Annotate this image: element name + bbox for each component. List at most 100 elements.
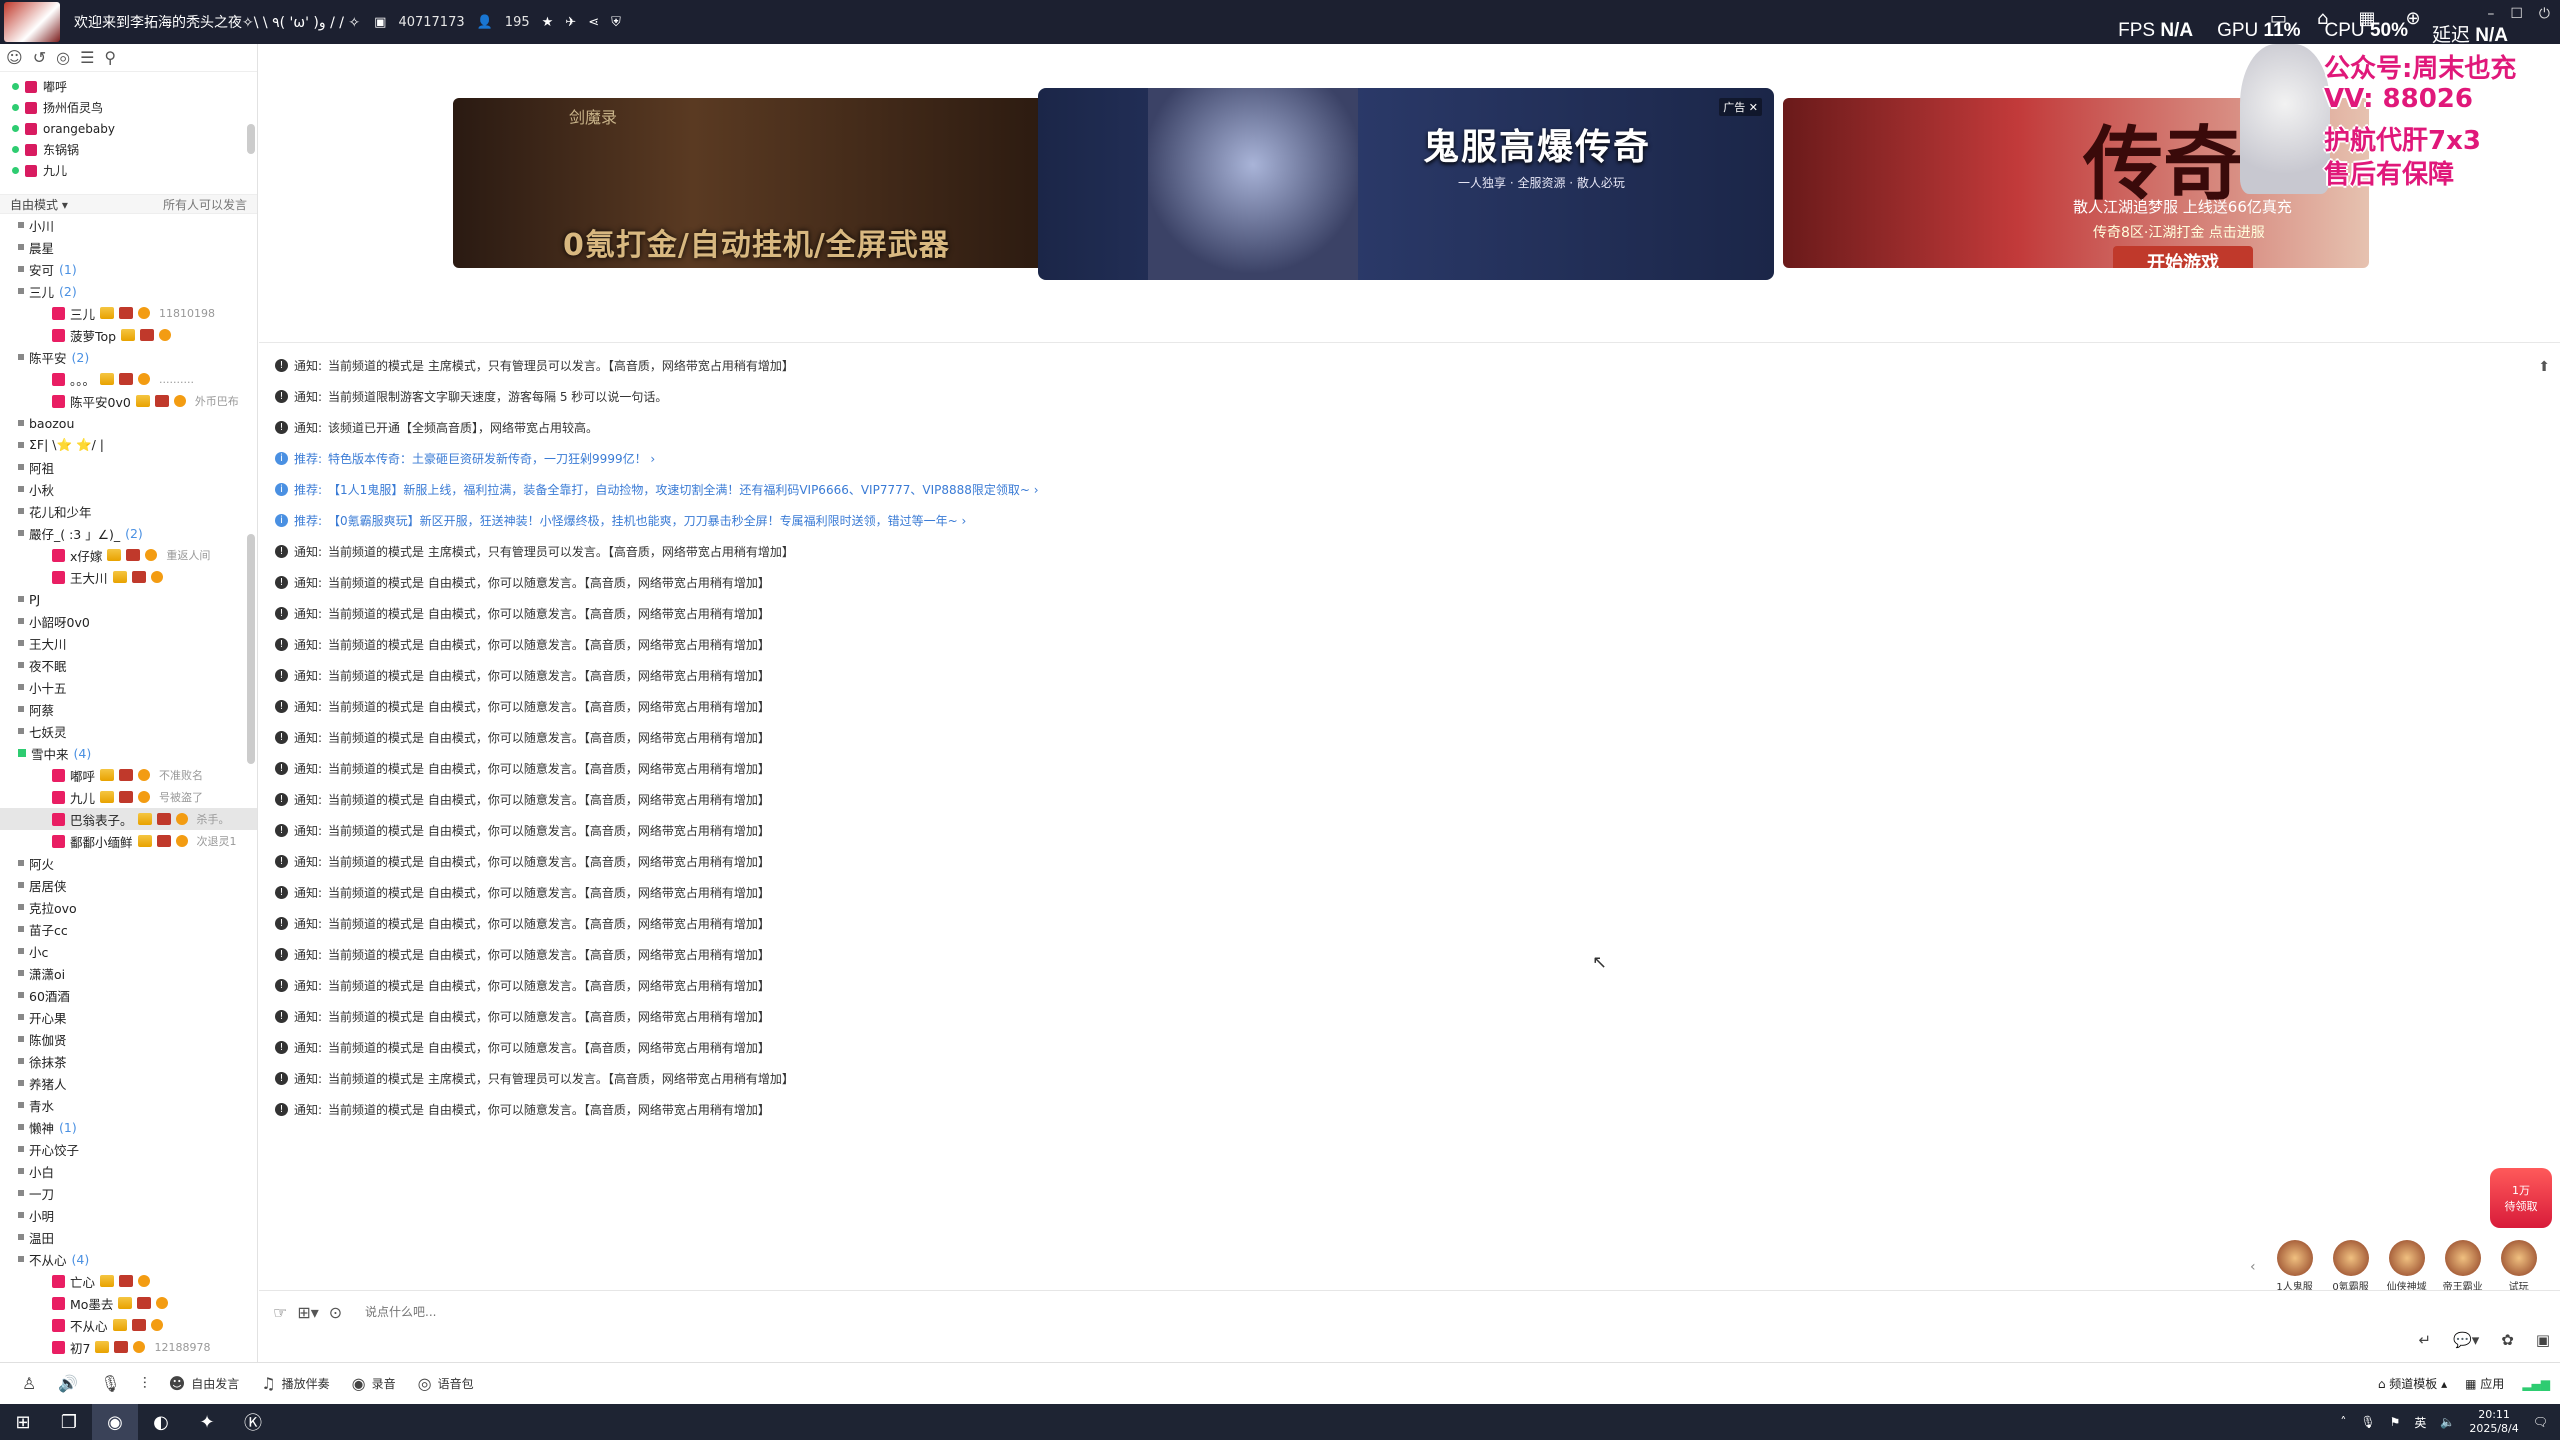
star-icon[interactable]: ★ xyxy=(542,15,554,30)
ad-close-button[interactable]: 广告 ✕ xyxy=(1719,98,1762,116)
channel-row[interactable]: 小c xyxy=(0,940,257,962)
windows-start-icon[interactable]: ⊞ xyxy=(0,1404,46,1440)
channel-row[interactable]: ΣF| \⭐ ⭐/ | xyxy=(0,434,257,456)
minimize-icon[interactable]: – xyxy=(2487,6,2494,22)
record-button[interactable]: ◉ 录音 xyxy=(352,1374,396,1393)
mixer-icon[interactable]: ⫶ xyxy=(143,1374,147,1394)
channel-row[interactable]: 一刀 xyxy=(0,1182,257,1204)
app-shortcut[interactable]: 0氪霸服 xyxy=(2328,1240,2374,1293)
taskbar-app-yy[interactable]: ◉ xyxy=(92,1404,138,1440)
channel-row[interactable]: 阿祖 xyxy=(0,456,257,478)
channel-row[interactable]: 60酒酒 xyxy=(0,984,257,1006)
notification-icon[interactable]: 🗨 xyxy=(2533,1415,2548,1429)
channel-user-row[interactable]: 菠萝Top xyxy=(0,324,257,346)
channel-row[interactable]: 青水 xyxy=(0,1094,257,1116)
tray-flag-icon[interactable]: ⚑ xyxy=(2390,1415,2401,1429)
plane-icon[interactable]: ✈ xyxy=(565,15,576,30)
channel-row[interactable]: 开心饺子 xyxy=(0,1138,257,1160)
mode-selector[interactable]: 自由模式 ▾ xyxy=(10,196,68,213)
channel-row[interactable]: 小明 xyxy=(0,1204,257,1226)
channel-row[interactable]: 王大川 xyxy=(0,632,257,654)
recommend-message[interactable]: i 推荐: 【0氪霸服爽玩】新区开服，狂送神装！小怪爆终极，挂机也能爽，刀刀暴击秒全… xyxy=(275,505,2475,536)
channel-row[interactable]: 三儿 (2) xyxy=(0,280,257,302)
taskbar-app-browser[interactable]: ◐ xyxy=(138,1404,184,1440)
voice-pack-button[interactable]: ◎ 语音包 xyxy=(418,1374,474,1393)
favorite-item[interactable]: 扬州佰灵鸟 xyxy=(0,97,257,118)
channel-row[interactable]: 小川 xyxy=(0,214,257,236)
channel-row[interactable]: 七妖灵 xyxy=(0,720,257,742)
channel-row[interactable]: PJ xyxy=(0,588,257,610)
microphone-icon[interactable]: 🎙 xyxy=(100,1374,120,1393)
channel-template-button[interactable]: ⌂ 频道模板 ▴ xyxy=(2378,1375,2447,1392)
game-icon[interactable]: ⊞▾ xyxy=(297,1303,318,1322)
history-icon[interactable]: ↺ xyxy=(33,48,46,67)
taskbar-app-k[interactable]: Ⓚ xyxy=(230,1404,276,1440)
channel-row[interactable]: 嚴仔_( :3 」∠)_ (2) xyxy=(0,522,257,544)
fav-scrollbar[interactable] xyxy=(247,124,255,154)
channel-row[interactable]: 养猪人 xyxy=(0,1072,257,1094)
channel-user-row[interactable]: 九儿 号被盗了 xyxy=(0,786,257,808)
channel-row[interactable]: 花儿和少年 xyxy=(0,500,257,522)
channel-user-row[interactable]: 鄱鄱小缅鲜 次退灵1 xyxy=(0,830,257,852)
clock[interactable]: 20:11 2025/8/4 xyxy=(2469,1408,2518,1436)
tray-mic-icon[interactable]: 🎙 xyxy=(2360,1415,2375,1429)
free-speak-button[interactable]: ☻ 自由发言 xyxy=(169,1374,240,1393)
tray-chevron-icon[interactable]: ˄ xyxy=(2340,1415,2346,1429)
channel-row[interactable]: 居居侠 xyxy=(0,874,257,896)
channel-user-row[interactable]: 不从心 xyxy=(0,1314,257,1336)
channel-row[interactable]: 徐抹茶 xyxy=(0,1050,257,1072)
recommend-message[interactable]: i 推荐: 特色版本传奇：土豪砸巨资研发新传奇，一刀狂剁9999亿！ › xyxy=(275,443,2475,474)
task-view-icon[interactable]: ❐ xyxy=(46,1404,92,1440)
tree-scrollbar[interactable] xyxy=(247,534,255,764)
channel-row[interactable]: 温田 xyxy=(0,1226,257,1248)
banner-left[interactable]: 剑魔录 0氪打金/自动挂机/全屏武器 xyxy=(453,98,1053,268)
chat-input[interactable] xyxy=(365,1299,1165,1325)
scroll-top-icon[interactable]: ⬆ xyxy=(2538,359,2550,375)
channel-user-row[interactable]: 。。。.......... xyxy=(0,368,257,390)
channel-user-row[interactable]: x仔嫁 重返人间 xyxy=(0,544,257,566)
gift-badge[interactable]: 1万 待领取 xyxy=(2490,1168,2552,1228)
channel-avatar[interactable] xyxy=(4,2,60,42)
channel-row[interactable]: 苗子cc xyxy=(0,918,257,940)
app-shortcut[interactable]: 仙侠神域 xyxy=(2384,1240,2430,1293)
channel-row[interactable]: 小秋 xyxy=(0,478,257,500)
speaker-icon[interactable]: 🔊 xyxy=(58,1374,78,1393)
apps-button[interactable]: ▦ 应用 xyxy=(2465,1375,2504,1392)
channel-row[interactable]: 阿蔡 xyxy=(0,698,257,720)
channel-user-row[interactable]: 巴翁表子。 杀手。 xyxy=(0,808,257,830)
favorite-item[interactable]: 东锅锅 xyxy=(0,139,257,160)
maximize-icon[interactable]: ☐ xyxy=(2510,6,2523,22)
room-id[interactable]: 40717173 xyxy=(398,15,464,30)
emoji-hand-icon[interactable]: ☞ xyxy=(273,1303,287,1322)
favorite-item[interactable]: 九儿 xyxy=(0,160,257,181)
enter-icon[interactable]: ↵ xyxy=(2418,1331,2431,1349)
list-icon[interactable]: ☰ xyxy=(80,48,94,67)
channel-row[interactable]: 懒神 (1) xyxy=(0,1116,257,1138)
app-shortcut[interactable]: 帝王霸业 xyxy=(2440,1240,2486,1293)
power-icon[interactable]: ⏻ xyxy=(2539,6,2550,22)
channel-user-row[interactable]: 三儿 11810198 xyxy=(0,302,257,324)
channel-row[interactable]: 晨星 xyxy=(0,236,257,258)
channel-row[interactable]: 潇潇oi xyxy=(0,962,257,984)
channel-row[interactable]: 阿火 xyxy=(0,852,257,874)
favorite-item[interactable]: 嘟呼 xyxy=(0,76,257,97)
channel-user-row[interactable]: 亡心 xyxy=(0,1270,257,1292)
location-icon[interactable]: ◎ xyxy=(56,48,70,67)
favorite-item[interactable]: orangebaby xyxy=(0,118,257,139)
app-shortcut[interactable]: 试玩 xyxy=(2496,1240,2542,1293)
mode-bar[interactable]: 自由模式 ▾ 所有人可以发言 xyxy=(0,194,257,214)
channel-user-row[interactable]: 陈平安0v0 外币巴布 xyxy=(0,390,257,412)
tray-volume-icon[interactable]: 🔈 xyxy=(2440,1415,2455,1429)
shield-icon[interactable]: ⛨ xyxy=(611,15,621,30)
start-game-button[interactable]: 开始游戏 xyxy=(2113,246,2253,268)
channel-row[interactable]: 小白 xyxy=(0,1160,257,1182)
channel-row[interactable]: 克拉ovo xyxy=(0,896,257,918)
search-icon[interactable]: ⚲ xyxy=(104,48,116,67)
ad-carousel[interactable]: 剑魔录 0氪打金/自动挂机/全屏武器 传奇 散人江湖追梦服 上线送66亿真充 传… xyxy=(453,88,2369,302)
channel-row[interactable]: 开心果 xyxy=(0,1006,257,1028)
screenshot-icon[interactable]: ⊙ xyxy=(329,1303,342,1322)
channel-row[interactable]: 雪中来 (4) xyxy=(0,742,257,764)
channel-row[interactable]: 夜不眠 xyxy=(0,654,257,676)
gift-box-icon[interactable]: ▣ xyxy=(2536,1331,2550,1349)
channel-user-row[interactable]: 王大川 xyxy=(0,566,257,588)
